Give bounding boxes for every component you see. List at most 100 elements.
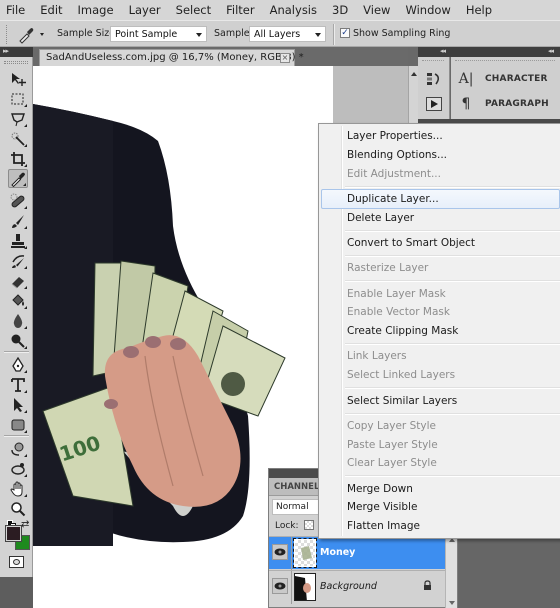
menu-item-convert-to-smart-object[interactable]: Convert to Smart Object — [321, 233, 560, 253]
dock-grip[interactable] — [422, 60, 444, 63]
lock-transparent-pixels-button[interactable] — [304, 520, 314, 530]
layer-name[interactable]: Background — [320, 581, 377, 592]
layer-thumbnail — [293, 538, 317, 568]
options-bar: Sample Size: Point Sample Sample: All La… — [0, 20, 560, 47]
menu-item-merge-down[interactable]: Merge Down — [321, 479, 560, 499]
menu-item-merge-visible[interactable]: Merge Visible — [321, 497, 560, 517]
collapse-icon[interactable]: ◂◂ — [548, 47, 554, 55]
row-divider — [291, 537, 292, 570]
menu-help[interactable]: Help — [466, 3, 492, 17]
collapse-icon[interactable]: ◂◂ — [440, 47, 446, 55]
swap-colors-icon[interactable]: ⇄ — [21, 519, 29, 530]
menu-item-edit-adjustment: Edit Adjustment... — [347, 168, 441, 180]
menu-item-layer-properties[interactable]: Layer Properties... — [321, 126, 560, 146]
quick-selection-tool[interactable] — [8, 129, 28, 148]
chevron-down-icon — [196, 33, 202, 37]
menu-item-rasterize-layer: Rasterize Layer — [347, 262, 429, 274]
menu-item-delete-layer[interactable]: Delete Layer — [321, 208, 560, 228]
3d-rotate-tool[interactable] — [8, 439, 28, 458]
blur-tool[interactable] — [8, 311, 28, 330]
tools-grip[interactable] — [4, 61, 28, 64]
menu-3d[interactable]: 3D — [332, 3, 348, 17]
document-title: SadAndUseless.com.jpg @ 16,7% (Money, RG… — [46, 52, 304, 63]
eyedropper-icon — [19, 28, 44, 44]
menu-analysis[interactable]: Analysis — [270, 3, 317, 17]
menu-item-flatten-image[interactable]: Flatten Image — [321, 516, 560, 536]
sample-size-value: Point Sample — [115, 29, 178, 40]
foreground-color-swatch[interactable] — [5, 525, 22, 542]
character-icon: A| — [458, 71, 474, 87]
zoom-tool[interactable] — [8, 499, 28, 518]
eraser-tool[interactable] — [8, 271, 28, 290]
type-tool[interactable] — [8, 375, 28, 394]
menu-bar: File Edit Image Layer Select Filter Anal… — [0, 0, 560, 20]
sample-size-select[interactable]: Point Sample — [110, 26, 207, 42]
menu-item-create-clipping-mask[interactable]: Create Clipping Mask — [321, 321, 560, 341]
visibility-toggle[interactable] — [272, 544, 288, 560]
scroll-down-icon[interactable] — [449, 601, 455, 605]
menu-item-duplicate-layer[interactable]: Duplicate Layer... — [321, 189, 560, 209]
pen-tool[interactable] — [8, 355, 28, 374]
sample-select[interactable]: All Layers — [249, 26, 326, 42]
tools-divider — [4, 351, 29, 353]
lock-icon — [423, 580, 432, 593]
actions-play-icon — [425, 95, 443, 113]
layer-row-money[interactable]: Money — [269, 536, 445, 570]
document-tab[interactable]: SadAndUseless.com.jpg @ 16,7% (Money, RG… — [39, 49, 304, 66]
marquee-tool[interactable] — [8, 89, 28, 108]
scroll-up-icon[interactable] — [411, 72, 417, 76]
history-brush-tool[interactable] — [8, 251, 28, 270]
character-panel-button[interactable]: A| CHARACTER — [457, 70, 548, 88]
move-icon — [12, 72, 26, 86]
tools-panel-header[interactable]: ▸▸ — [0, 47, 33, 57]
dock-panel-column: A| CHARACTER ¶ PARAGRAPH — [451, 57, 560, 119]
layers-scrollbar[interactable] — [445, 533, 457, 608]
menu-item-select-similar-layers[interactable]: Select Similar Layers — [321, 391, 560, 411]
workspace-background — [458, 536, 560, 608]
tool-preset-picker[interactable] — [16, 25, 46, 44]
show-sampling-ring-checkbox[interactable]: ✓ — [340, 28, 350, 38]
healing-brush-tool[interactable] — [8, 191, 28, 210]
sample-label: Sample: — [214, 28, 253, 39]
dodge-tool[interactable] — [8, 331, 28, 350]
options-bar-grip[interactable] — [6, 25, 9, 44]
paragraph-panel-label: PARAGRAPH — [485, 99, 549, 109]
move-tool[interactable] — [8, 69, 28, 88]
visibility-toggle[interactable] — [272, 578, 288, 594]
layer-name[interactable]: Money — [320, 547, 355, 558]
menu-window[interactable]: Window — [405, 3, 450, 17]
actions-panel-button[interactable] — [425, 95, 443, 113]
lasso-tool[interactable] — [8, 109, 28, 128]
brush-tool[interactable] — [8, 211, 28, 230]
menu-item-enable-layer-mask: Enable Layer Mask — [347, 288, 446, 300]
menu-filter[interactable]: Filter — [226, 3, 254, 17]
menu-image[interactable]: Image — [78, 3, 114, 17]
menu-layer[interactable]: Layer — [129, 3, 161, 17]
close-icon[interactable]: × — [280, 53, 290, 63]
clone-stamp-tool[interactable] — [8, 231, 28, 250]
hand-tool[interactable] — [8, 479, 28, 498]
menu-separator — [345, 280, 560, 282]
dock-grip[interactable] — [455, 60, 555, 63]
history-panel-button[interactable] — [425, 70, 443, 88]
paint-bucket-tool[interactable] — [8, 291, 28, 310]
path-selection-tool[interactable] — [8, 395, 28, 414]
quick-mask-button[interactable] — [9, 556, 24, 568]
layer-row-background[interactable]: Background — [269, 570, 445, 604]
collapse-icon[interactable]: ▸▸ — [3, 47, 9, 55]
menu-item-blending-options[interactable]: Blending Options... — [321, 145, 560, 165]
show-sampling-ring-label[interactable]: Show Sampling Ring — [353, 28, 450, 39]
menu-view[interactable]: View — [363, 3, 390, 17]
3d-orbit-tool[interactable] — [8, 459, 28, 478]
menu-edit[interactable]: Edit — [40, 3, 62, 17]
menu-select[interactable]: Select — [176, 3, 211, 17]
menu-item-link-layers: Link Layers — [347, 350, 407, 362]
eyedropper-tool[interactable] — [8, 169, 28, 188]
paragraph-panel-button[interactable]: ¶ PARAGRAPH — [457, 95, 549, 113]
menu-item-copy-layer-style: Copy Layer Style — [347, 420, 436, 432]
crop-tool[interactable] — [8, 149, 28, 168]
menu-separator — [345, 413, 560, 415]
shape-tool[interactable] — [8, 415, 28, 434]
menu-file[interactable]: File — [6, 3, 25, 17]
character-panel-label: CHARACTER — [485, 74, 548, 84]
